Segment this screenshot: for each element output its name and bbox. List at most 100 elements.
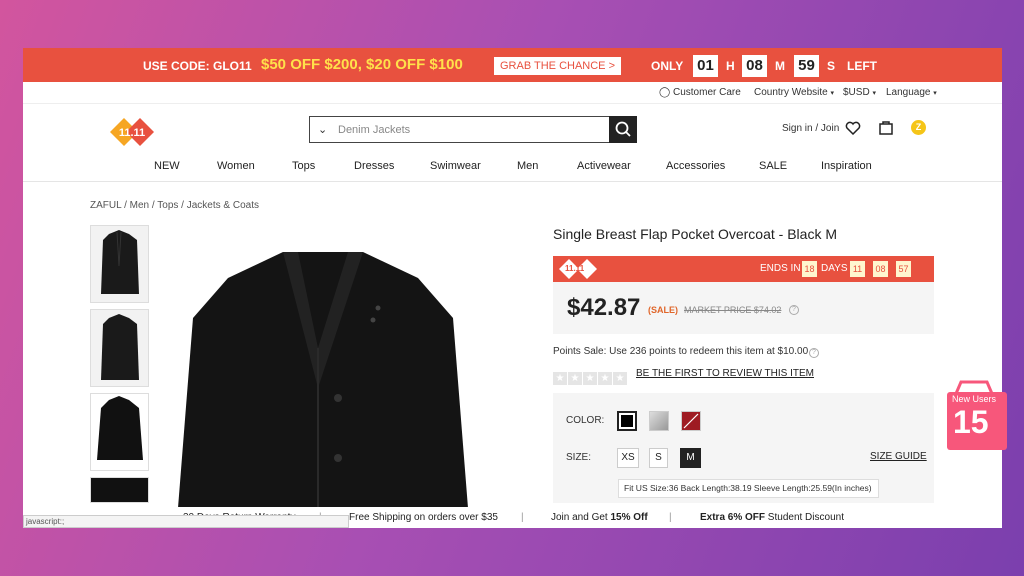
chevron-down-icon: ▾ [830, 90, 835, 97]
star-icon: ★ [598, 372, 612, 385]
product-thumbnail[interactable] [90, 309, 149, 387]
logo-diamond-icon: 11.11 [110, 118, 154, 146]
nav-item-activewear[interactable]: Activewear [577, 160, 631, 172]
country-website-label: Country Website [754, 87, 828, 98]
breadcrumb-jackets[interactable]: Jackets & Coats [187, 200, 259, 211]
breadcrumb: ZAFUL / Men / Tops / Jackets & Coats [90, 200, 259, 211]
coat-thumbnail-image [97, 396, 143, 460]
student-discount-bold: Extra 6% OFF [700, 512, 766, 523]
promo-deal: $50 OFF $200, $20 OFF $100 [261, 56, 463, 73]
star-icon: ★ [553, 372, 567, 385]
new-users-number: 15 [953, 404, 989, 440]
join-offer-text: Join and Get 15% Off [551, 512, 648, 523]
flash-hours: 11 [850, 261, 865, 277]
size-option-s[interactable]: S [649, 448, 668, 468]
nav-item-dresses[interactable]: Dresses [354, 160, 394, 172]
countdown-h-label: H [726, 59, 735, 73]
customer-care-link[interactable]: ◯ Customer Care [659, 87, 741, 98]
divider: | [521, 512, 524, 523]
price-box: $42.87 (SALE) MARKET PRICE $74.02 ? [553, 282, 934, 334]
size-label: SIZE: [566, 452, 592, 463]
nav-item-tops[interactable]: Tops [292, 160, 315, 172]
nav-item-accessories[interactable]: Accessories [666, 160, 725, 172]
grab-chance-button[interactable]: GRAB THE CHANCE > [494, 57, 621, 75]
breadcrumb-men[interactable]: Men [130, 200, 149, 211]
options-panel: COLOR: SIZE: XS S M SIZE GUIDE Fit US Si… [553, 393, 934, 503]
star-icon: ★ [613, 372, 627, 385]
breadcrumb-zaful[interactable]: ZAFUL [90, 200, 121, 211]
new-users-label: New Users [952, 394, 997, 404]
country-website-dropdown[interactable]: Country Website ▾ [754, 87, 834, 98]
countdown-minutes: 08 [742, 55, 767, 77]
countdown-only-label: ONLY [651, 59, 684, 73]
browser-status-bar: javascript:; [23, 515, 349, 528]
language-label: Language [886, 87, 931, 98]
breadcrumb-sep: / [121, 200, 130, 211]
product-thumbnail[interactable] [90, 225, 149, 303]
product-title: Single Breast Flap Pocket Overcoat - Bla… [553, 226, 837, 242]
search-bar[interactable]: ⌄ Denim Jackets [309, 116, 637, 143]
chevron-down-icon: ▾ [872, 90, 876, 97]
divider: | [669, 512, 672, 523]
browser-viewport: USE CODE: GLO11 $50 OFF $200, $20 OFF $1… [23, 48, 1002, 528]
search-input[interactable]: Denim Jackets [338, 124, 410, 136]
color-swatch-gray[interactable] [649, 411, 669, 431]
size-option-xs[interactable]: XS [617, 448, 639, 468]
countdown-seconds: 59 [794, 55, 819, 77]
sale-tag: (SALE) [648, 305, 678, 315]
svg-text:11.11: 11.11 [119, 127, 145, 139]
free-shipping-text: Free Shipping on orders over $35 [349, 512, 498, 523]
promo-bar: USE CODE: GLO11 $50 OFF $200, $20 OFF $1… [23, 48, 1002, 82]
bag-icon[interactable] [878, 120, 894, 135]
heart-icon[interactable] [845, 121, 861, 135]
sign-in-link[interactable]: Sign in / Join [782, 123, 839, 134]
first-review-link[interactable]: BE THE FIRST TO REVIEW THIS ITEM [636, 368, 814, 379]
color-swatch-red[interactable] [681, 411, 701, 431]
breadcrumb-tops[interactable]: Tops [157, 200, 178, 211]
color-label: COLOR: [566, 415, 605, 426]
fit-info: Fit US Size:36 Back Length:38.19 Sleeve … [618, 479, 879, 498]
search-button[interactable] [609, 116, 637, 143]
size-guide-link[interactable]: SIZE GUIDE [870, 451, 927, 462]
question-icon[interactable]: ? [789, 305, 799, 315]
countdown-hours: 01 [693, 55, 718, 77]
question-icon[interactable]: ? [809, 348, 819, 358]
chevron-down-icon: ▾ [933, 90, 937, 97]
product-main-image[interactable] [168, 238, 478, 508]
currency-dropdown[interactable]: $USD ▾ [843, 87, 876, 98]
coat-thumbnail-image [101, 314, 139, 380]
product-thumbnail[interactable] [90, 477, 149, 503]
flash-minutes: 08 [873, 261, 888, 277]
student-discount-text: Extra 6% OFF Student Discount [700, 512, 844, 523]
nav-item-sale[interactable]: SALE [759, 160, 787, 172]
chat-icon: ◯ [659, 87, 671, 98]
nav-item-inspiration[interactable]: Inspiration [821, 160, 872, 172]
chevron-down-icon[interactable]: ⌄ [318, 123, 327, 136]
join-discount: 15% Off [610, 512, 648, 523]
customer-care-label: Customer Care [672, 87, 741, 98]
language-dropdown[interactable]: Language ▾ [886, 87, 937, 98]
star-icon: ★ [568, 372, 582, 385]
nav-item-men[interactable]: Men [517, 160, 538, 172]
unavailable-slash-icon [683, 413, 699, 429]
site-logo[interactable]: 11.11 [110, 118, 160, 146]
flash-days: 18 [802, 261, 817, 277]
nav-item-swimwear[interactable]: Swimwear [430, 160, 481, 172]
size-option-m[interactable]: M [680, 448, 701, 468]
current-price: $42.87 [567, 294, 641, 321]
join-prefix: Join and Get [551, 512, 611, 523]
main-nav: NEW Women Tops Dresses Swimwear Men Acti… [23, 160, 1002, 182]
product-thumbnail[interactable] [90, 393, 149, 471]
nav-item-women[interactable]: Women [217, 160, 255, 172]
coat-thumbnail-image [101, 230, 139, 294]
coin-icon[interactable]: Z [911, 120, 926, 135]
color-swatch-black[interactable] [617, 411, 637, 431]
ends-in-label: ENDS IN [760, 263, 801, 274]
market-price: MARKET PRICE $74.02 [684, 305, 782, 315]
search-icon [615, 121, 631, 137]
rating-stars: ★ ★ ★ ★ ★ [553, 368, 628, 386]
new-users-badge[interactable]: New Users 15 [947, 378, 1007, 453]
student-discount-rest: Student Discount [765, 512, 844, 523]
nav-item-new[interactable]: NEW [154, 160, 180, 172]
points-sale-text: Points Sale: Use 236 points to redeem th… [553, 346, 809, 357]
